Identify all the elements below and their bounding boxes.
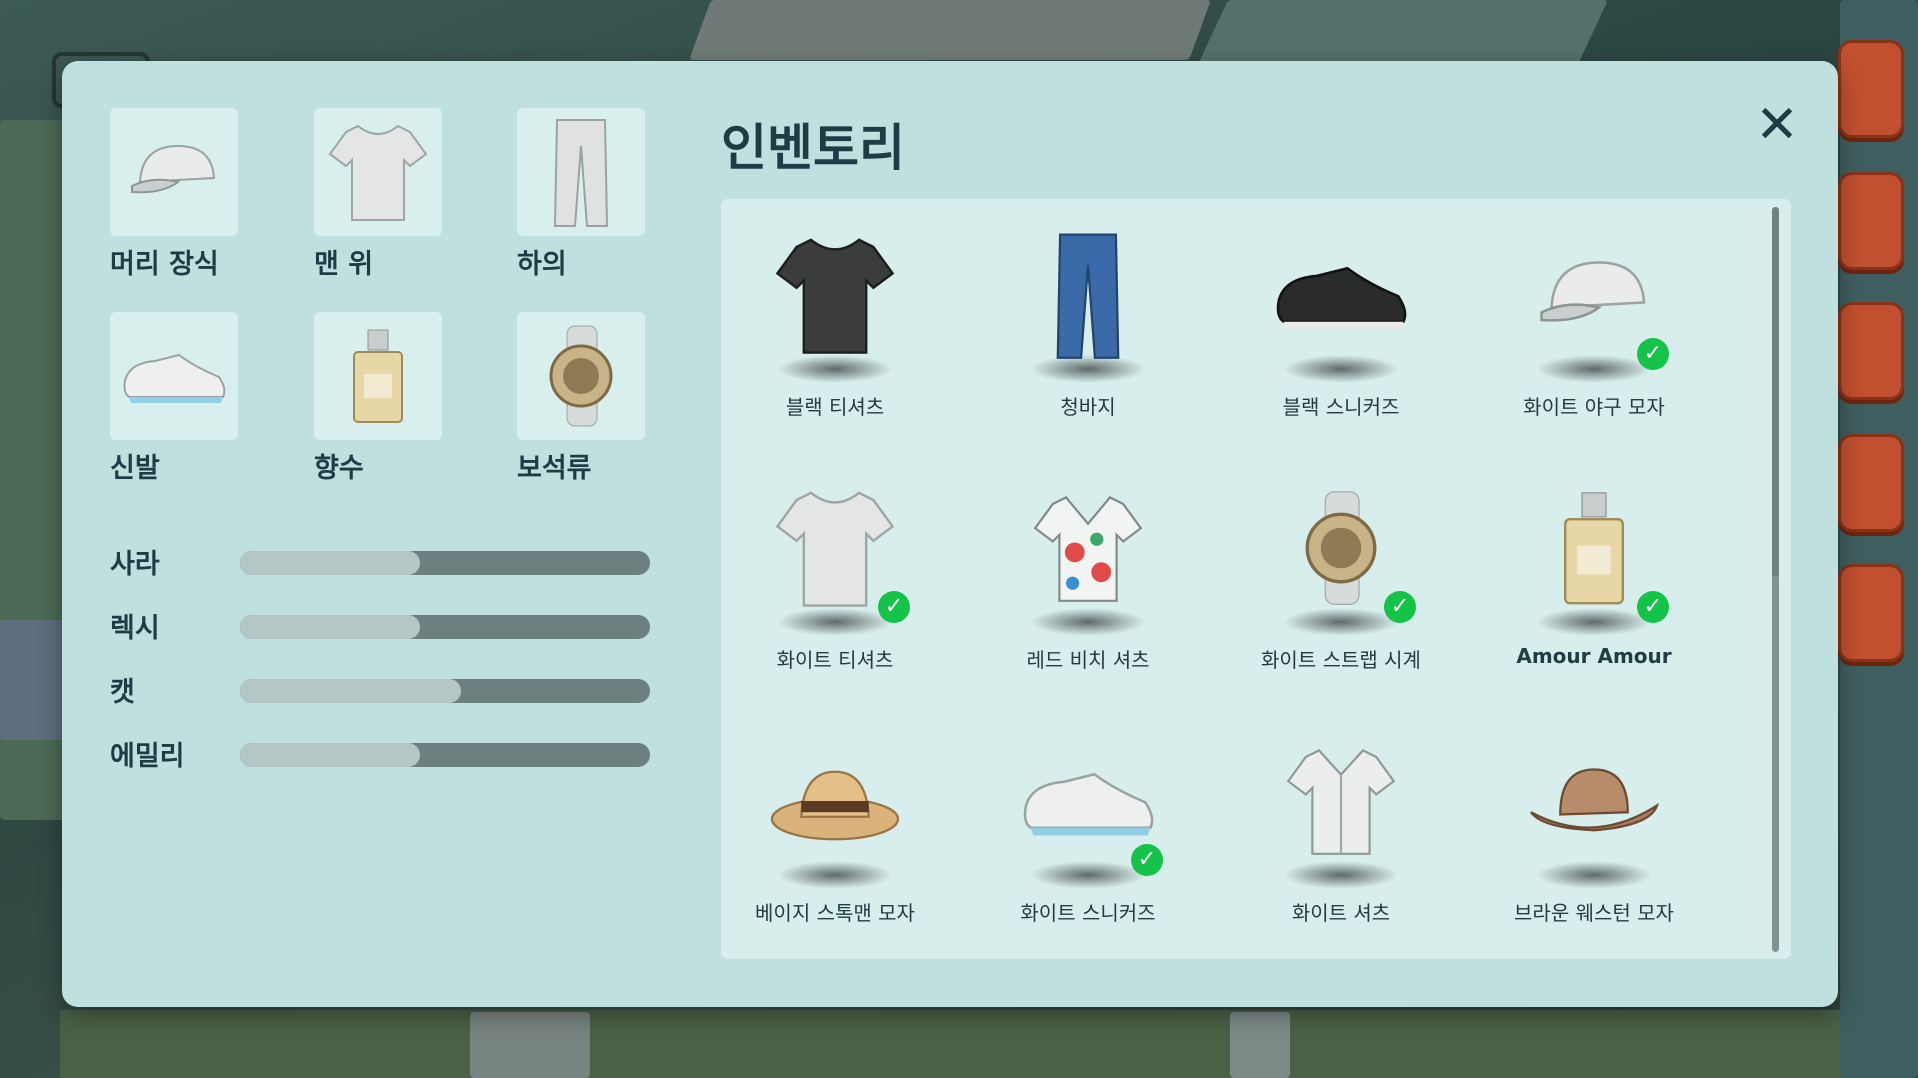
relationship-name: 렉시 [110,613,160,644]
white-shirt-icon [1271,731,1411,871]
inventory-item[interactable]: ✓ Amour Amour [1474,478,1674,698]
item-name: 레드 비치 셔츠 [1026,648,1150,672]
relationship-bar [240,551,650,575]
equipped-check-icon: ✓ [1637,338,1669,370]
relationship-name: 사라 [110,549,160,580]
side-menu-button[interactable] [1838,40,1904,138]
brown-hat-icon [1524,731,1664,871]
relationship-fill [240,615,421,639]
equipped-check-icon: ✓ [878,591,910,623]
building [470,1012,590,1078]
category-label: 신발 [110,453,160,484]
equipped-check-icon: ✓ [1131,844,1163,876]
category-top[interactable]: 맨 위 [314,108,444,281]
watch-icon[interactable] [517,312,645,440]
cap-icon[interactable] [110,108,238,236]
item-name: 브라운 웨스턴 모자 [1514,901,1674,925]
building [1230,1012,1290,1078]
relationship-cat: 캣 [110,670,650,710]
relationship-bar [240,679,650,703]
inventory-item[interactable]: 레드 비치 셔츠 [968,478,1168,698]
relationship-name: 캣 [110,677,135,708]
inventory-item[interactable]: ✓ 화이트 스니커즈 [968,731,1168,951]
category-label: 맨 위 [314,249,374,280]
tshirt-icon[interactable] [314,108,442,236]
relationship-bar [240,743,650,767]
item-name: 블랙 티셔츠 [785,395,885,419]
relationship-fill [240,551,421,575]
inventory-item[interactable]: 화이트 셔츠 [1221,731,1421,951]
inventory-scrollbar[interactable] [1772,207,1779,952]
building [689,0,1211,60]
relationship-bar [240,615,650,639]
relationship-lexi: 렉시 [110,606,650,646]
relationship-fill [240,743,421,767]
inventory-item[interactable]: 베이지 스톡맨 모자 [715,731,915,951]
item-name: 블랙 스니커즈 [1282,395,1400,419]
beige-hat-icon [765,731,905,871]
category-label: 보석류 [517,453,592,484]
category-perfume[interactable]: 향수 [314,312,444,485]
category-shoes[interactable]: 신발 [110,312,240,485]
category-headwear[interactable]: 머리 장식 [110,108,240,281]
inventory-item[interactable]: 청바지 [968,225,1168,445]
inventory-item[interactable]: 브라운 웨스턴 모자 [1474,731,1674,951]
item-name: 화이트 스니커즈 [1020,901,1156,925]
item-name: 화이트 야구 모자 [1523,395,1665,419]
equipped-check-icon: ✓ [1384,591,1416,623]
scrollbar-thumb[interactable] [1772,207,1779,577]
inventory-item[interactable]: 블랙 스니커즈 [1221,225,1421,445]
relationship-emily: 에밀리 [110,734,650,774]
pants-icon[interactable] [517,108,645,236]
category-label: 하의 [517,249,567,280]
relationship-name: 에밀리 [110,741,185,772]
close-icon[interactable]: ✕ [1749,97,1805,153]
ground-strip [60,1010,1860,1078]
item-name: 베이지 스톡맨 모자 [755,901,915,925]
relationship-fill [240,679,462,703]
hawaiian-shirt-icon [1018,478,1158,618]
perfume-icon[interactable] [314,312,442,440]
category-label: 머리 장식 [110,249,219,280]
right-strip [1840,0,1918,1078]
inventory-item[interactable]: 블랙 티셔츠 [715,225,915,445]
black-tshirt-icon [765,225,905,365]
inventory-item[interactable]: ✓ 화이트 야구 모자 [1474,225,1674,445]
equipped-check-icon: ✓ [1637,591,1669,623]
item-name: 청바지 [1060,395,1116,419]
inventory-title: 인벤토리 [721,119,905,177]
side-menu-button[interactable] [1838,564,1904,662]
item-name: Amour Amour [1516,644,1672,668]
side-menu-button[interactable] [1838,434,1904,532]
inventory-item[interactable]: ✓ 화이트 스트랩 시계 [1221,478,1421,698]
black-sneaker-icon [1271,225,1411,365]
category-jewelry[interactable]: 보석류 [517,312,647,485]
item-name: 화이트 셔츠 [1291,901,1391,925]
side-menu-button[interactable] [1838,172,1904,270]
category-label: 향수 [314,453,364,484]
item-name: 화이트 스트랩 시계 [1261,648,1421,672]
building [0,620,70,740]
jeans-icon [1018,225,1158,365]
category-bottom[interactable]: 하의 [517,108,647,281]
item-name: 화이트 티셔츠 [776,648,894,672]
relationship-sara: 사라 [110,542,650,582]
side-menu-button[interactable] [1838,302,1904,400]
sneaker-icon[interactable] [110,312,238,440]
inventory-item[interactable]: ✓ 화이트 티셔츠 [715,478,915,698]
